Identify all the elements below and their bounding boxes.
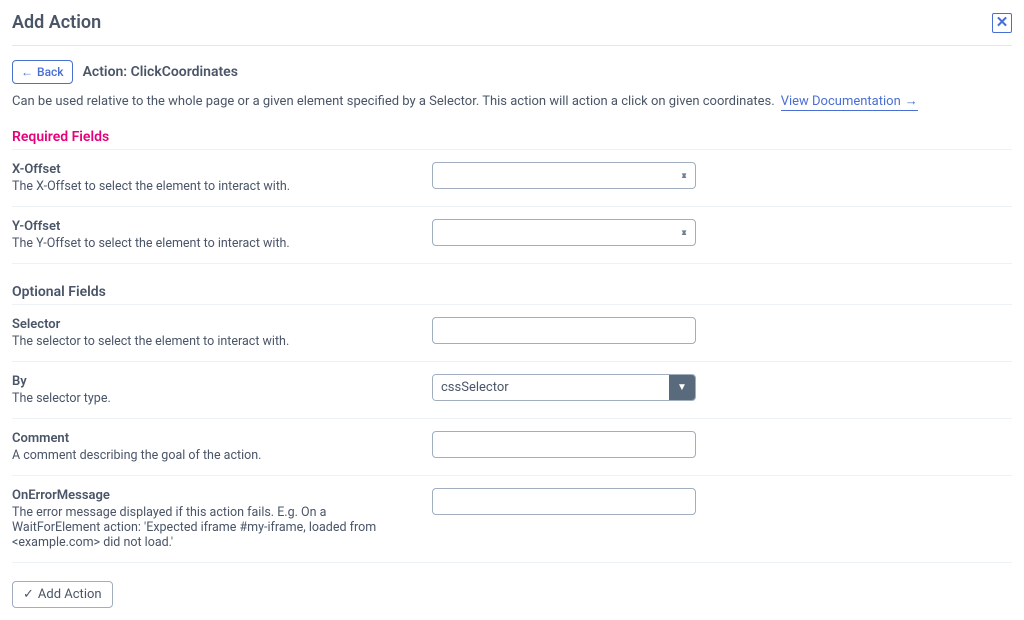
y-offset-label: Y-Offset bbox=[12, 219, 412, 234]
check-icon: ✓ bbox=[23, 587, 34, 602]
action-title: Action: ClickCoordinates bbox=[83, 64, 238, 80]
doc-link-label: View Documentation bbox=[781, 94, 901, 109]
modal-title: Add Action bbox=[12, 12, 101, 33]
field-row-comment: Comment A comment describing the goal of… bbox=[12, 419, 1012, 476]
back-button[interactable]: ← Back bbox=[12, 60, 73, 84]
onerror-label: OnErrorMessage bbox=[12, 488, 412, 503]
field-row-selector: Selector The selector to select the elem… bbox=[12, 304, 1012, 362]
comment-input[interactable] bbox=[432, 431, 696, 458]
field-row-on-error-message: OnErrorMessage The error message display… bbox=[12, 476, 1012, 563]
comment-label: Comment bbox=[12, 431, 412, 446]
view-documentation-link[interactable]: View Documentation → bbox=[781, 92, 918, 111]
x-offset-label: X-Offset bbox=[12, 162, 412, 177]
arrow-right-icon: → bbox=[905, 93, 918, 109]
optional-fields-heading: Optional Fields bbox=[12, 284, 1012, 300]
y-offset-desc: The Y-Offset to select the element to in… bbox=[12, 236, 412, 251]
selector-label: Selector bbox=[12, 317, 412, 332]
x-offset-input[interactable] bbox=[432, 162, 696, 189]
back-button-label: Back bbox=[37, 65, 64, 79]
chevron-down-icon: ▼ bbox=[669, 375, 695, 400]
by-select[interactable]: cssSelector ▼ bbox=[432, 374, 696, 401]
comment-desc: A comment describing the goal of the act… bbox=[12, 448, 412, 463]
by-label: By bbox=[12, 374, 412, 389]
onerror-desc: The error message displayed if this acti… bbox=[12, 505, 412, 550]
field-row-x-offset: X-Offset The X-Offset to select the elem… bbox=[12, 149, 1012, 207]
y-offset-input[interactable] bbox=[432, 219, 696, 246]
add-action-button[interactable]: ✓ Add Action bbox=[12, 581, 113, 608]
field-row-by: By The selector type. cssSelector ▼ bbox=[12, 362, 1012, 419]
field-row-y-offset: Y-Offset The Y-Offset to select the elem… bbox=[12, 207, 1012, 264]
close-button[interactable]: ✕ bbox=[992, 13, 1012, 33]
required-fields-heading: Required Fields bbox=[12, 129, 1012, 145]
close-icon: ✕ bbox=[996, 15, 1009, 30]
selector-input[interactable] bbox=[432, 317, 696, 344]
onerror-input[interactable] bbox=[432, 488, 696, 515]
by-select-value: cssSelector bbox=[433, 375, 669, 400]
by-desc: The selector type. bbox=[12, 391, 412, 406]
arrow-left-icon: ← bbox=[21, 65, 33, 79]
add-action-label: Add Action bbox=[38, 587, 102, 602]
action-description: Can be used relative to the whole page o… bbox=[12, 94, 775, 109]
x-offset-desc: The X-Offset to select the element to in… bbox=[12, 179, 412, 194]
selector-desc: The selector to select the element to in… bbox=[12, 334, 412, 349]
